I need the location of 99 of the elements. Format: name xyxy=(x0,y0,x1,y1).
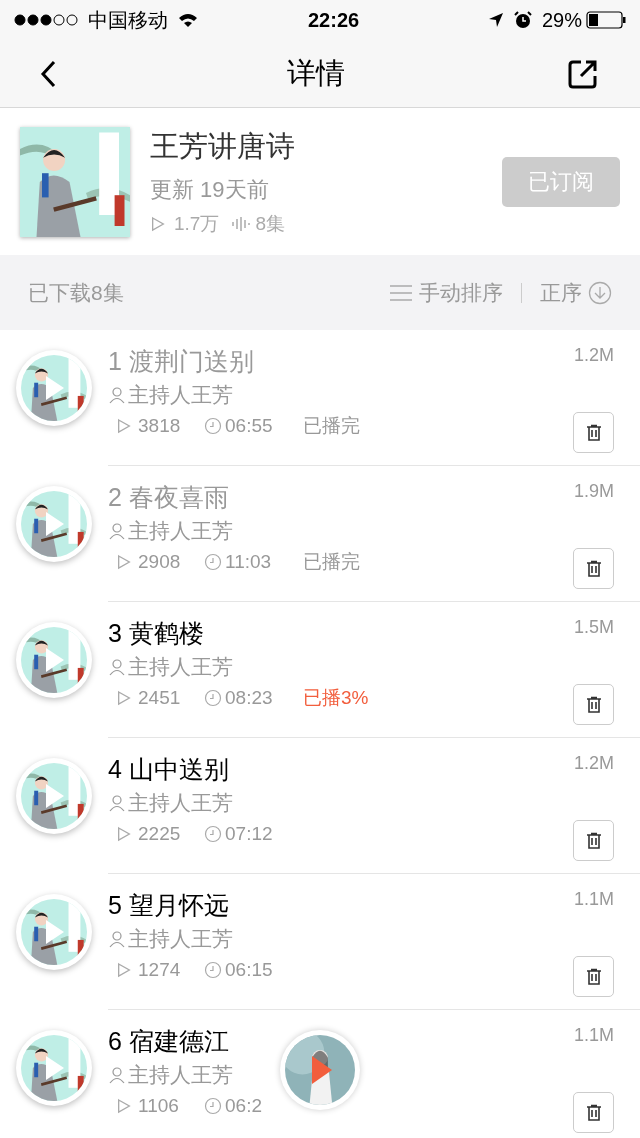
trash-icon xyxy=(584,831,603,850)
trash-icon xyxy=(584,1103,603,1122)
duration: 07:12 xyxy=(225,822,274,846)
episode-title: 4 山中送别 xyxy=(108,754,230,785)
trash-icon xyxy=(584,423,603,442)
play-progress: 已播完 xyxy=(303,414,360,438)
person-icon xyxy=(108,522,126,540)
episode-play-button[interactable] xyxy=(16,758,92,834)
episode-play-button[interactable] xyxy=(16,894,92,970)
episode-title: 1 渡荆门送别 xyxy=(108,346,255,377)
play-count-icon xyxy=(116,690,132,707)
host-name: 主持人王芳 xyxy=(128,926,233,952)
episode-play-button[interactable] xyxy=(16,350,92,426)
trash-icon xyxy=(584,559,603,578)
host-name: 主持人王芳 xyxy=(128,382,233,408)
person-icon xyxy=(108,658,126,676)
play-icon xyxy=(44,782,66,810)
person-icon xyxy=(108,930,126,948)
duration: 06:15 xyxy=(225,958,274,982)
signal-icon xyxy=(14,14,80,26)
delete-button[interactable] xyxy=(573,1092,614,1133)
host-name: 主持人王芳 xyxy=(128,1062,233,1088)
play-icon xyxy=(44,374,66,402)
clock-icon xyxy=(204,417,222,436)
episode-count: 8集 xyxy=(255,211,285,236)
update-time: 更新 19天前 xyxy=(150,175,270,204)
file-size: 1.9M xyxy=(573,480,614,503)
play-count-icon xyxy=(150,215,166,232)
clock-icon xyxy=(204,825,222,844)
play-count: 1106 xyxy=(138,1094,180,1118)
clock-time: 22:26 xyxy=(308,8,360,33)
clock-icon xyxy=(204,689,222,708)
file-size: 1.2M xyxy=(573,752,614,775)
album-title: 王芳讲唐诗 xyxy=(150,129,296,164)
duration: 11:03 xyxy=(225,550,273,574)
file-size: 1.2M xyxy=(573,344,614,367)
play-icon xyxy=(44,1054,66,1082)
play-count: 2908 xyxy=(138,550,182,574)
play-count: 1274 xyxy=(138,958,182,982)
person-icon xyxy=(108,794,126,812)
episode-title: 3 黄鹤楼 xyxy=(108,618,205,649)
trash-icon xyxy=(584,695,603,714)
audio-wave-icon xyxy=(231,215,252,232)
play-count-icon xyxy=(116,418,132,435)
order-button[interactable]: 正序 xyxy=(540,276,612,309)
play-count-icon xyxy=(116,962,132,979)
battery-icon xyxy=(586,11,626,29)
delete-button[interactable] xyxy=(573,956,614,997)
file-size: 1.5M xyxy=(573,616,614,639)
episode-title: 6 宿建德江 xyxy=(108,1026,230,1057)
host-name: 主持人王芳 xyxy=(128,790,233,816)
episode-play-button[interactable] xyxy=(16,1030,92,1106)
play-count: 2225 xyxy=(138,822,182,846)
manual-sort-button[interactable]: 手动排序 xyxy=(389,276,503,309)
play-icon xyxy=(44,918,66,946)
delete-button[interactable] xyxy=(573,820,614,861)
battery-percent: 29% xyxy=(541,8,582,33)
file-size: 1.1M xyxy=(573,888,614,911)
clock-icon xyxy=(204,961,222,980)
album-play-count: 1.7万 xyxy=(174,211,220,236)
alarm-icon xyxy=(513,11,532,29)
episode-play-button[interactable] xyxy=(16,486,92,562)
play-progress: 已播3% xyxy=(303,686,369,710)
host-name: 主持人王芳 xyxy=(128,518,233,544)
trash-icon xyxy=(584,967,603,986)
file-size: 1.1M xyxy=(573,1024,614,1047)
clock-icon xyxy=(204,553,222,572)
play-count-icon xyxy=(116,1098,132,1115)
play-count: 2451 xyxy=(138,686,182,710)
page-title: 详情 xyxy=(287,55,345,91)
play-count: 3818 xyxy=(138,414,182,438)
delete-button[interactable] xyxy=(573,548,614,589)
list-icon xyxy=(389,283,413,302)
person-icon xyxy=(108,1066,126,1084)
duration: 08:23 xyxy=(225,686,274,710)
carrier-name: 中国移动 xyxy=(88,8,168,33)
back-icon xyxy=(40,59,56,88)
play-icon xyxy=(44,510,66,538)
duration: 06:2 xyxy=(225,1094,263,1118)
episode-title: 5 望月怀远 xyxy=(108,890,230,921)
delete-button[interactable] xyxy=(573,684,614,725)
play-count-icon xyxy=(116,554,132,571)
location-arrow-icon xyxy=(487,12,504,28)
share-icon xyxy=(568,58,598,89)
play-progress: 已播完 xyxy=(303,550,360,574)
down-arrow-circle-icon xyxy=(588,280,612,305)
play-count-icon xyxy=(116,826,132,843)
play-icon xyxy=(44,646,66,674)
episode-title: 2 春夜喜雨 xyxy=(108,482,230,513)
person-icon xyxy=(108,386,126,404)
host-name: 主持人王芳 xyxy=(128,654,233,680)
episode-play-button[interactable] xyxy=(16,622,92,698)
duration: 06:55 xyxy=(225,414,274,438)
wifi-icon xyxy=(178,12,198,28)
downloaded-count: 已下载8集 xyxy=(28,279,124,306)
mini-player-button[interactable] xyxy=(280,1030,360,1110)
play-icon xyxy=(311,1055,333,1085)
delete-button[interactable] xyxy=(573,412,614,453)
clock-icon xyxy=(204,1097,222,1116)
